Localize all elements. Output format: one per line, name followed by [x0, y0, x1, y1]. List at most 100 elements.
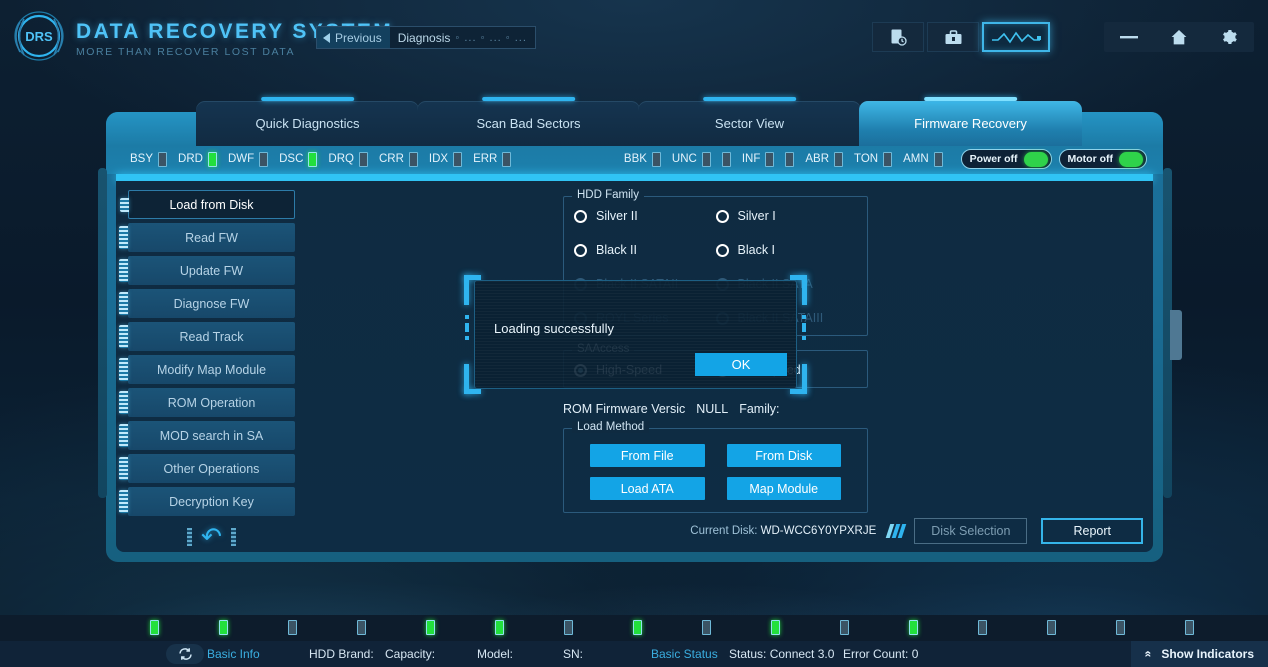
bottom-indicator-led-14 — [1047, 620, 1056, 635]
tab-scan-bad-sectors[interactable]: Scan Bad Sectors — [417, 101, 640, 146]
tab-label: Scan Bad Sectors — [476, 116, 581, 131]
activity-icon — [885, 524, 907, 538]
window-controls — [1104, 22, 1254, 52]
status-led-amn: AMN — [903, 151, 943, 167]
disk-selection-button[interactable]: Disk Selection — [914, 518, 1028, 544]
status-led-label: BSY — [130, 153, 154, 165]
status-led-lamp — [933, 151, 943, 167]
status-led-label: IDX — [428, 153, 449, 165]
radio-label: Black II — [596, 243, 637, 257]
status-led-crr: CRR — [379, 151, 418, 167]
status-led-blank4 — [785, 151, 795, 167]
main-tabs: Quick Diagnostics Scan Bad Sectors Secto… — [196, 101, 1082, 146]
svg-text:DRS: DRS — [25, 29, 53, 44]
sidebar-item-read-track[interactable]: Read Track — [119, 322, 295, 351]
tab-sector-view[interactable]: Sector View — [638, 101, 861, 146]
report-log-icon[interactable] — [872, 22, 924, 52]
status-led-err: ERR — [473, 151, 512, 167]
hdd-family-option-black-i[interactable]: Black I — [715, 243, 858, 257]
status-led-label: ERR — [473, 153, 498, 165]
status-led-label: ABR — [805, 153, 830, 165]
sidebar-item-label: Update FW — [179, 263, 244, 278]
hdd-family-option-silver-i[interactable]: Silver I — [715, 209, 858, 223]
info-row: Basic Info HDD Brand: Capacity: Model: SN: Ba… — [0, 641, 1268, 667]
chevron-up-icon: « — [1140, 650, 1155, 658]
breadcrumb: Previous Diagnosis ◦ ... ◦ ... ◦ ... — [316, 26, 536, 49]
status-led-lamp — [651, 151, 661, 167]
status-led-label: DSC — [279, 153, 304, 165]
sidebar-item-rom-operation[interactable]: ROM Operation — [119, 388, 295, 417]
status-led-bbk: BBK — [623, 151, 661, 167]
title-bar: DRS DATA RECOVERY SYSTEM MORE THAN RECOV… — [0, 0, 1268, 76]
previous-label: Previous — [335, 30, 382, 45]
report-button[interactable]: Report — [1041, 518, 1143, 544]
sidebar-item-read-fw[interactable]: Read FW — [119, 223, 295, 252]
status-led-lamp — [502, 151, 512, 167]
hdd-family-option-black-ii[interactable]: Black II — [574, 243, 716, 257]
motor-toggle[interactable]: Motor off — [1058, 149, 1147, 169]
tab-label: Firmware Recovery — [914, 116, 1027, 131]
sidebar-item-label: Modify Map Module — [156, 362, 267, 377]
dialog-ok-button[interactable]: OK — [695, 353, 787, 376]
status-led-drd: DRD — [178, 151, 217, 167]
hdd-family-legend: HDD Family — [572, 189, 644, 201]
tab-quick-diagnostics[interactable]: Quick Diagnostics — [196, 101, 419, 146]
status-indicator-row: BSY DRD DWF DSC DRQ CRR IDX ERR BBK UNC INF ABR TON… — [130, 148, 1147, 170]
status-led-dwf: DWF — [227, 151, 269, 167]
status-led-blank2 — [721, 151, 731, 167]
family-label: Family: — [739, 402, 780, 416]
map-module-button[interactable]: Map Module — [726, 477, 841, 500]
previous-button[interactable]: Previous — [317, 27, 390, 48]
sidebar-item-decryption-key[interactable]: Decryption Key — [119, 487, 295, 516]
minimize-button[interactable] — [1104, 22, 1154, 52]
radio-button-icon — [715, 243, 729, 257]
show-indicators-button[interactable]: « Show Indicators — [1130, 641, 1268, 667]
indicator-led-row — [0, 615, 1268, 641]
load-ata-button[interactable]: Load ATA — [590, 477, 705, 500]
sidebar-item-other-operations[interactable]: Other Operations — [119, 454, 295, 483]
sidebar-item-update-fw[interactable]: Update FW — [119, 256, 295, 285]
bottom-indicator-led-6 — [495, 620, 504, 635]
bottom-indicator-led-8 — [633, 620, 642, 635]
bottom-indicator-led-15 — [1116, 620, 1125, 635]
sidebar-item-mod-search-in-sa[interactable]: MOD search in SA — [119, 421, 295, 450]
load-method-fieldset: Load Method From File From Disk Load ATA… — [563, 421, 868, 513]
hdd-family-option-silver-ii[interactable]: Silver II — [574, 209, 716, 223]
status-led-lamp — [408, 151, 418, 167]
status-led-lamp — [207, 151, 217, 167]
status-leds-left: BSY DRD DWF DSC DRQ CRR IDX ERR — [130, 151, 522, 167]
settings-gear-icon[interactable] — [1204, 22, 1254, 52]
sidebar-item-load-from-disk[interactable]: Load from Disk — [120, 190, 295, 219]
status-led-lamp — [883, 151, 893, 167]
toolbox-icon[interactable] — [927, 22, 979, 52]
from-file-button[interactable]: From File — [590, 444, 705, 467]
tab-firmware-recovery[interactable]: Firmware Recovery — [859, 101, 1082, 146]
sidebar-grip-icon — [119, 424, 128, 447]
status-led-label: INF — [741, 153, 761, 165]
bottom-indicator-led-3 — [288, 620, 297, 635]
sidebar-item-diagnose-fw[interactable]: Diagnose FW — [119, 289, 295, 318]
status-led-ton: TON — [854, 151, 893, 167]
sidebar-grip-icon — [119, 358, 128, 381]
sidebar-grip-icon — [119, 490, 128, 513]
sidebar-item-modify-map-module[interactable]: Modify Map Module — [119, 355, 295, 384]
right-tab-handle[interactable] — [1170, 310, 1182, 360]
sidebar-item-label: ROM Operation — [167, 395, 256, 410]
waveform-icon[interactable] — [982, 22, 1050, 52]
bottom-indicator-led-16 — [1185, 620, 1194, 635]
breadcrumb-current[interactable]: Diagnosis ◦ ... ◦ ... ◦ ... — [390, 27, 535, 48]
sidebar-item-label: Other Operations — [163, 461, 260, 476]
dialog-message: Loading successfully — [494, 321, 614, 336]
status-led-label: DWF — [227, 153, 255, 165]
power-toggle[interactable]: Power off — [960, 149, 1052, 169]
sidebar-item-label: Decryption Key — [169, 494, 254, 509]
sidebar-item-label: Read Track — [179, 329, 244, 344]
refresh-icon[interactable] — [166, 644, 204, 664]
status-led-lamp — [834, 151, 844, 167]
home-button[interactable] — [1154, 22, 1204, 52]
status-led-label: BBK — [623, 153, 647, 165]
status-led-idx: IDX — [428, 151, 463, 167]
bottom-indicator-led-5 — [426, 620, 435, 635]
bottom-indicator-led-4 — [357, 620, 366, 635]
from-disk-button[interactable]: From Disk — [726, 444, 841, 467]
